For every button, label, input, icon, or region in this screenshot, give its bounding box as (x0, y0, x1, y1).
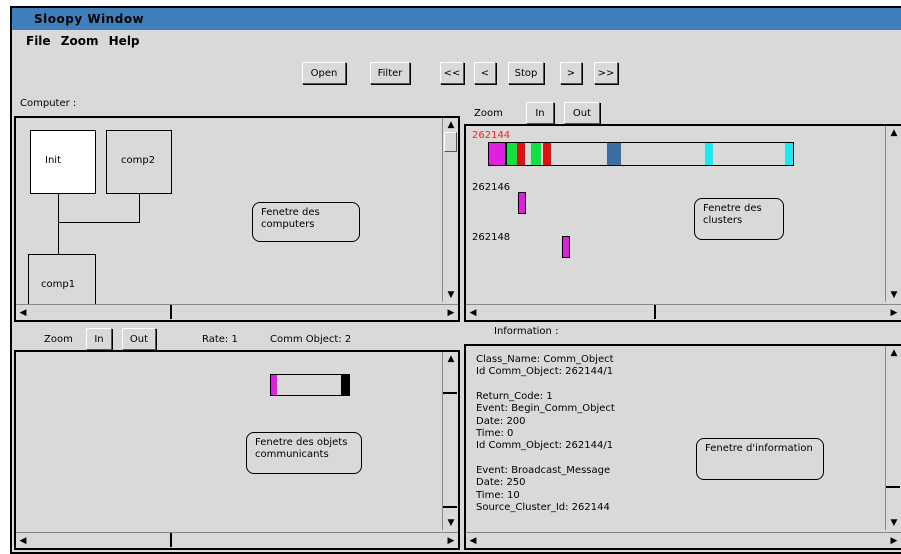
cluster-event-marker[interactable] (518, 192, 526, 214)
objects-zoom-in-button[interactable]: In (86, 328, 112, 350)
info-line: Time: 10 (476, 489, 520, 501)
info-line: Id Comm_Object: 262144/1 (476, 440, 614, 452)
scroll-position-marker (170, 305, 172, 319)
comm-object-count: Comm Object: 2 (270, 334, 352, 345)
computers-hscroll[interactable]: ◀ ▶ (16, 304, 458, 320)
menu-file[interactable]: File (26, 34, 51, 48)
scroll-down-icon[interactable]: ▼ (889, 518, 899, 528)
scroll-right-icon[interactable]: ▶ (889, 308, 899, 318)
cluster-event-marker[interactable] (562, 236, 570, 258)
information-text: Class_Name: Comm_Object Id Comm_Object: … (476, 354, 615, 514)
computers-callout: Fenetre des computers (252, 202, 360, 242)
clusters-callout: Fenetre des clusters (694, 198, 784, 240)
info-line: Event: Broadcast_Message (476, 464, 611, 476)
computer-node-comp1[interactable]: comp1 (28, 254, 96, 306)
objects-zoom-label: Zoom (44, 334, 73, 345)
cluster-zoom-label: Zoom (474, 108, 503, 119)
info-line: Date: 200 (476, 415, 526, 427)
info-line: Class_Name: Comm_Object (476, 354, 614, 365)
menu-help[interactable]: Help (109, 34, 140, 48)
fast-forward-button[interactable]: >> (594, 62, 618, 84)
window-title: Sloopy Window (12, 8, 901, 30)
info-line: Time: 0 (476, 428, 514, 440)
information-callout: Fenetre d'information (696, 438, 824, 480)
scroll-down-icon[interactable]: ▼ (889, 290, 899, 300)
forward-button[interactable]: > (560, 62, 582, 84)
computers-vscroll[interactable]: ▲ ▼ (442, 118, 458, 302)
timeline-segment[interactable] (517, 143, 525, 165)
computer-node-init[interactable]: Init (30, 130, 96, 194)
comm-object-bar[interactable] (270, 374, 350, 396)
clusters-hscroll[interactable]: ◀ ▶ (466, 304, 901, 320)
cluster-timeline-bar (488, 142, 794, 166)
scroll-left-icon[interactable]: ◀ (18, 536, 28, 546)
info-line: Source_Cluster_Id: 262144 (476, 502, 610, 514)
objects-zoom-out-button[interactable]: Out (122, 328, 156, 350)
menu-zoom[interactable]: Zoom (61, 34, 99, 48)
timeline-segment (341, 375, 349, 395)
info-line: Event: Begin_Comm_Object (476, 403, 615, 415)
scroll-left-icon[interactable]: ◀ (18, 308, 28, 318)
open-button[interactable]: Open (302, 62, 346, 84)
scroll-position-marker (654, 305, 656, 319)
scroll-right-icon[interactable]: ▶ (446, 308, 456, 318)
objects-pane: Fenetre des objets communicants ▲ ▼ ◀ ▶ (14, 350, 460, 550)
computer-label: Computer : (20, 98, 77, 109)
timeline-segment (271, 375, 277, 395)
main-window: Sloopy Window File Zoom Help Open Filter… (10, 6, 901, 554)
filter-button[interactable]: Filter (370, 62, 410, 84)
scroll-left-icon[interactable]: ◀ (468, 308, 478, 318)
rewind-button[interactable]: << (440, 62, 464, 84)
scroll-position-marker (886, 486, 900, 488)
objects-hscroll[interactable]: ◀ ▶ (16, 532, 458, 548)
scroll-up-icon[interactable]: ▲ (446, 354, 456, 364)
info-line: Date: 250 (476, 477, 526, 489)
connector-line (58, 222, 140, 223)
info-line (476, 453, 615, 465)
scroll-up-icon[interactable]: ▲ (889, 348, 899, 358)
scroll-down-icon[interactable]: ▼ (446, 290, 456, 300)
scroll-down-icon[interactable]: ▼ (446, 518, 456, 528)
stop-button[interactable]: Stop (508, 62, 544, 84)
timeline-segment[interactable] (489, 143, 505, 165)
cluster-id-label: 262146 (472, 182, 511, 193)
scroll-right-icon[interactable]: ▶ (889, 536, 899, 546)
connector-line (139, 194, 140, 223)
cluster-id-label: 262148 (472, 232, 511, 243)
info-line: Id Comm_Object: 262144/1 (476, 366, 614, 378)
cluster-zoom-out-button[interactable]: Out (564, 102, 600, 124)
scroll-position-marker (443, 506, 457, 508)
timeline-segment[interactable] (531, 143, 541, 165)
scroll-thumb[interactable] (444, 132, 457, 152)
computer-node-comp2[interactable]: comp2 (106, 130, 172, 194)
timeline-segment[interactable] (785, 143, 793, 165)
timeline-segment[interactable] (705, 143, 713, 165)
timeline-segment[interactable] (507, 143, 517, 165)
cluster-zoom-in-button[interactable]: In (526, 102, 554, 124)
scroll-position-marker (443, 392, 457, 394)
information-pane: Class_Name: Comm_Object Id Comm_Object: … (464, 344, 901, 550)
computers-pane: Init comp2 comp1 Fenetre des computers ▲… (14, 116, 460, 322)
objects-callout: Fenetre des objets communicants (246, 432, 362, 474)
information-label: Information : (494, 326, 559, 337)
info-line (476, 379, 615, 391)
objects-vscroll[interactable]: ▲ ▼ (442, 352, 458, 530)
connector-line (58, 194, 59, 256)
timeline-segment[interactable] (607, 143, 621, 165)
clusters-vscroll[interactable]: ▲ ▼ (885, 126, 901, 302)
scroll-left-icon[interactable]: ◀ (468, 536, 478, 546)
rate-label: Rate: 1 (202, 334, 238, 345)
back-button[interactable]: < (474, 62, 496, 84)
cluster-id-label: 262144 (472, 130, 511, 141)
timeline-segment[interactable] (543, 143, 551, 165)
info-line: Return_Code: 1 (476, 390, 553, 402)
menu-bar: File Zoom Help (12, 34, 146, 52)
scroll-up-icon[interactable]: ▲ (446, 120, 456, 130)
information-vscroll[interactable]: ▲ ▼ (885, 346, 901, 530)
clusters-pane: 262144 262146 262148 Fenetre des cluster… (464, 124, 901, 322)
information-hscroll[interactable]: ◀ ▶ (466, 532, 901, 548)
scroll-up-icon[interactable]: ▲ (889, 128, 899, 138)
scroll-position-marker (170, 533, 172, 547)
scroll-right-icon[interactable]: ▶ (446, 536, 456, 546)
